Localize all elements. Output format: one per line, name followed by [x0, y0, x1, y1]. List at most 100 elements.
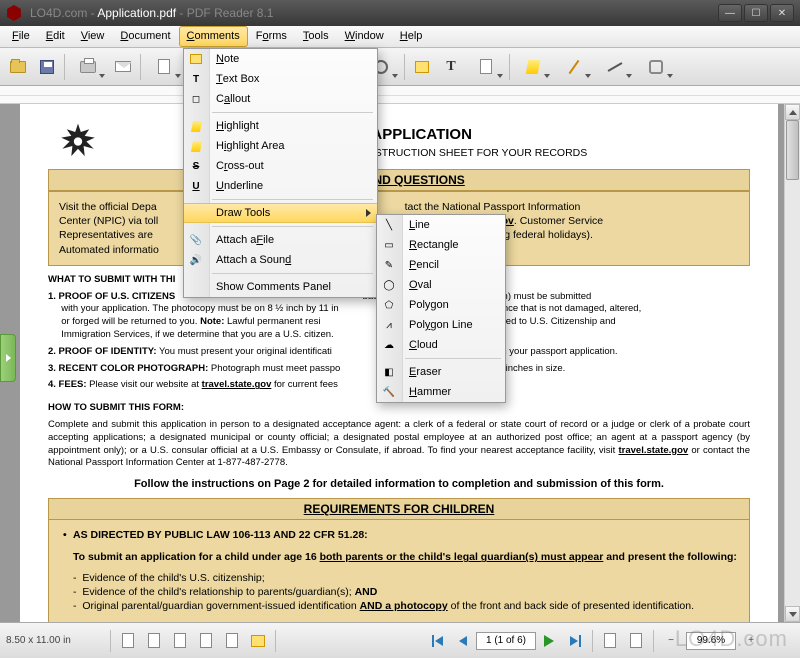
callout-icon: ◻ — [188, 91, 204, 107]
last-icon — [570, 635, 581, 647]
next-page-button[interactable] — [537, 629, 561, 653]
law-text: AS DIRECTED BY PUBLIC LAW 106-113 AND 22… — [59, 528, 739, 542]
rectangle-icon: ▭ — [381, 237, 397, 253]
prev-page-button[interactable] — [451, 629, 475, 653]
menu-crossout[interactable]: SCross-out — [184, 156, 377, 176]
open-button[interactable] — [4, 53, 32, 81]
fit-width-button[interactable] — [624, 629, 648, 653]
text-button[interactable]: T — [437, 53, 465, 81]
menu-attach-sound[interactable]: 🔊Attach a Sound — [184, 250, 377, 270]
draw-line[interactable]: ╲Line — [377, 215, 505, 235]
chevron-down-icon — [585, 74, 591, 78]
sound-icon: 🔊 — [188, 252, 204, 268]
blank-page-button[interactable] — [144, 53, 184, 81]
toolbar-sep — [509, 54, 510, 80]
pencil-button[interactable] — [554, 53, 594, 81]
menu-highlight-area[interactable]: Highlight Area — [184, 136, 377, 156]
menu-note[interactable]: Note — [184, 49, 377, 69]
chevron-down-icon — [175, 74, 181, 78]
strikethrough-icon: S — [188, 158, 204, 174]
sig-icon — [226, 633, 238, 648]
draw-hammer[interactable]: 🔨Hammer — [377, 382, 505, 402]
zoom-input[interactable] — [686, 632, 736, 650]
scroll-down-button[interactable] — [785, 606, 800, 622]
menu-callout[interactable]: ◻Callout — [184, 89, 377, 109]
title-appname: - PDF Reader 8.1 — [176, 6, 273, 20]
comments-dropdown: Note TText Box ◻Callout Highlight Highli… — [183, 48, 378, 298]
title-prefix: LO4D.com - — [30, 6, 97, 20]
save-icon — [40, 60, 54, 74]
zoom-in-button[interactable]: + — [739, 629, 763, 653]
pencil-icon: ✎ — [381, 257, 397, 273]
menu-document[interactable]: Document — [112, 26, 178, 47]
minimize-button[interactable]: — — [718, 4, 742, 22]
thumbs-icon — [122, 633, 134, 648]
draw-eraser[interactable]: ◧Eraser — [377, 362, 505, 382]
stamp-button[interactable] — [636, 53, 676, 81]
print-button[interactable] — [68, 53, 108, 81]
maximize-button[interactable]: ☐ — [744, 4, 768, 22]
toolbar-sep — [64, 54, 65, 80]
window-controls: — ☐ ✕ — [718, 4, 794, 22]
fit-page-button[interactable] — [598, 629, 622, 653]
signatures-button[interactable] — [220, 629, 244, 653]
paperclip-icon: 📎 — [188, 232, 204, 248]
line-icon — [608, 62, 623, 72]
menu-window[interactable]: Window — [337, 26, 392, 47]
attachments-button[interactable] — [194, 629, 218, 653]
scroll-up-button[interactable] — [785, 104, 800, 120]
save-button[interactable] — [33, 53, 61, 81]
page-icon — [158, 59, 170, 74]
line-button[interactable] — [595, 53, 635, 81]
menu-highlight[interactable]: Highlight — [184, 116, 377, 136]
last-page-button[interactable] — [563, 629, 587, 653]
clip-icon — [200, 633, 212, 648]
fit-page-icon — [604, 633, 616, 648]
draw-cloud[interactable]: ☁Cloud — [377, 335, 505, 355]
layers-button[interactable] — [168, 629, 192, 653]
zoom-out-button[interactable]: − — [659, 629, 683, 653]
draw-polygon[interactable]: ⬠Polygon — [377, 295, 505, 315]
menu-forms[interactable]: Forms — [248, 26, 295, 47]
section-header-2: REQUIREMENTS FOR CHILDREN — [48, 498, 750, 520]
chevron-down-icon — [626, 74, 632, 78]
attach-button[interactable] — [466, 53, 506, 81]
comments-panel-button[interactable] — [246, 629, 270, 653]
page-number-input[interactable] — [476, 632, 536, 650]
highlight-area-icon — [188, 138, 204, 154]
menu-help[interactable]: Help — [392, 26, 431, 47]
draw-pencil[interactable]: ✎Pencil — [377, 255, 505, 275]
doc-subtitle: PLEA S INSTRUCTION SHEET FOR YOUR RECORD… — [48, 147, 750, 159]
menu-comments[interactable]: Comments — [179, 26, 248, 47]
chevron-down-icon — [99, 74, 105, 78]
first-page-button[interactable] — [425, 629, 449, 653]
note-button[interactable] — [408, 53, 436, 81]
draw-polygon-line[interactable]: ⩘Polygon Line — [377, 315, 505, 335]
draw-tools-submenu: ╲Line ▭Rectangle ✎Pencil ◯Oval ⬠Polygon … — [376, 214, 506, 403]
sidebar-expand-tab[interactable] — [0, 334, 16, 382]
menu-attach-file[interactable]: 📎Attach a File — [184, 230, 377, 250]
text-icon: T — [446, 59, 455, 75]
menu-show-comments-panel[interactable]: Show Comments Panel — [184, 277, 377, 297]
menu-underline[interactable]: UUnderline — [184, 176, 377, 196]
menu-draw-tools[interactable]: Draw Tools — [184, 203, 377, 223]
draw-oval[interactable]: ◯Oval — [377, 275, 505, 295]
highlight-button[interactable] — [513, 53, 553, 81]
menu-tools[interactable]: Tools — [295, 26, 337, 47]
mail-button[interactable] — [109, 53, 137, 81]
toolbar-sep — [140, 54, 141, 80]
close-button[interactable]: ✕ — [770, 4, 794, 22]
menu-file[interactable]: File — [4, 26, 38, 47]
menu-edit[interactable]: Edit — [38, 26, 73, 47]
menu-textbox[interactable]: TText Box — [184, 69, 377, 89]
polygon-icon: ⬠ — [381, 297, 397, 313]
highlighter-icon — [188, 118, 204, 134]
bookmarks-button[interactable] — [142, 629, 166, 653]
thumbs-view-button[interactable] — [116, 629, 140, 653]
vertical-scrollbar[interactable] — [784, 104, 800, 622]
chevron-down-icon — [392, 74, 398, 78]
draw-rectangle[interactable]: ▭Rectangle — [377, 235, 505, 255]
scroll-thumb[interactable] — [786, 120, 799, 180]
menu-view[interactable]: View — [73, 26, 113, 47]
attach-icon — [480, 59, 492, 74]
